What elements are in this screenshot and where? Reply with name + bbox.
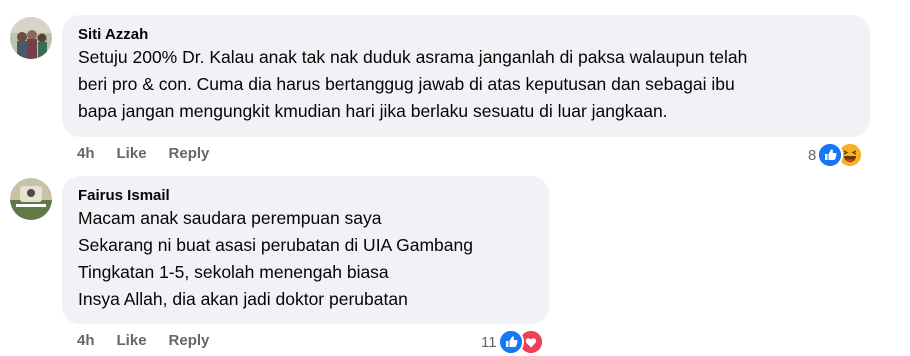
- comment-actions: 4h Like Reply: [77, 332, 209, 349]
- comment-text-line: Sekarang ni buat asasi perubatan di UIA …: [78, 235, 473, 255]
- reply-button[interactable]: Reply: [169, 332, 210, 349]
- comment-text-line: Setuju 200% Dr. Kalau anak tak nak duduk…: [78, 47, 748, 67]
- reply-button[interactable]: Reply: [169, 145, 210, 162]
- reaction-count: 11: [481, 333, 497, 351]
- reaction-count: 8: [808, 146, 817, 164]
- like-icon: [497, 329, 524, 355]
- comment-text-line: Insya Allah, dia akan jadi doktor peruba…: [78, 289, 408, 309]
- comment-text-line: bapa jangan mengungkit kmudian hari jika…: [78, 101, 668, 121]
- reaction-summary[interactable]: 8: [808, 142, 864, 168]
- comment-timestamp[interactable]: 4h: [77, 332, 95, 349]
- like-icon: [817, 142, 844, 168]
- comment-text-line: Tingkatan 1-5, sekolah menengah biasa: [78, 262, 389, 282]
- comment-timestamp[interactable]: 4h: [77, 145, 95, 162]
- reaction-summary[interactable]: 11: [481, 329, 544, 355]
- avatar-siti-azzah[interactable]: [10, 17, 52, 59]
- comment-author[interactable]: Siti Azzah: [78, 25, 854, 44]
- comment-text-line: Macam anak saudara perempuan saya: [78, 208, 382, 228]
- comment-bubble: Siti Azzah Setuju 200% Dr. Kalau anak ta…: [62, 15, 870, 137]
- comment-actions: 4h Like Reply: [77, 145, 209, 162]
- comment-bubble: Fairus Ismail Macam anak saudara perempu…: [62, 176, 549, 324]
- comment-text-line: beri pro & con. Cuma dia harus bertanggu…: [78, 74, 735, 94]
- like-button[interactable]: Like: [117, 332, 147, 349]
- comment-author[interactable]: Fairus Ismail: [78, 186, 533, 205]
- like-button[interactable]: Like: [117, 145, 147, 162]
- avatar-fairus-ismail[interactable]: [10, 178, 52, 220]
